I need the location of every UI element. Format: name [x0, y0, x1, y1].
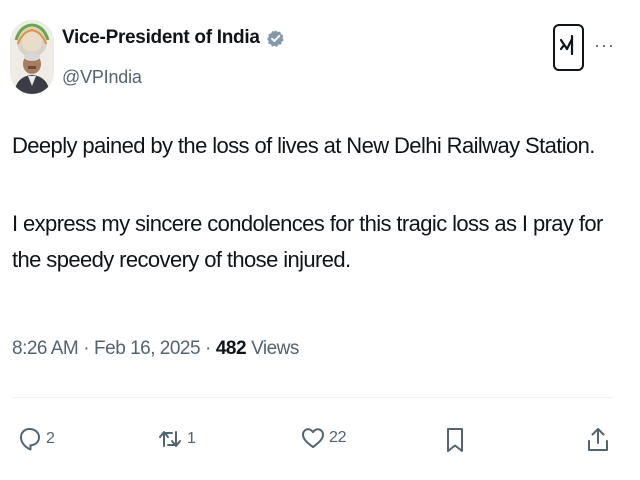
more-options-button[interactable]: ··· [594, 36, 615, 54]
repost-count: 1 [187, 430, 196, 447]
grok-icon [559, 34, 578, 61]
tweet-paragraph: Deeply pained by the loss of lives at Ne… [12, 133, 595, 158]
repost-button[interactable]: 1 [157, 426, 196, 452]
share-icon [586, 426, 610, 454]
reply-button[interactable]: 2 [18, 426, 55, 452]
like-button[interactable]: 22 [301, 426, 347, 450]
author-name-row: Vice-President of India [62, 27, 285, 49]
author-handle[interactable]: @VPIndia [62, 67, 142, 88]
avatar-image [10, 20, 54, 94]
tweet-paragraph: I express my sincere condolences for thi… [12, 211, 603, 272]
avatar[interactable] [10, 20, 54, 94]
meta-separator: · [83, 338, 90, 359]
like-count: 22 [329, 429, 347, 446]
more-dots-icon: ··· [594, 35, 615, 55]
views-count[interactable]: 482 [216, 338, 247, 360]
tweet-time[interactable]: 8:26 AM [12, 338, 79, 360]
tweet-card: Vice-President of India @VPIndia ··· Dee… [0, 0, 640, 480]
action-bar: 2 1 22 [0, 420, 640, 460]
bookmark-icon [444, 426, 466, 454]
tweet-metadata: 8:26 AM · Feb 16, 2025 · 482 Views [12, 338, 299, 360]
meta-separator: · [205, 338, 211, 359]
divider [12, 397, 613, 398]
heart-icon [301, 426, 325, 450]
speech-bubble-icon [18, 426, 42, 452]
grok-button[interactable] [553, 24, 584, 71]
bookmark-button[interactable] [444, 426, 466, 454]
verified-badge-icon[interactable] [266, 29, 285, 48]
views-label[interactable]: Views [251, 338, 299, 360]
share-button[interactable] [586, 426, 610, 454]
tweet-date[interactable]: Feb 16, 2025 [94, 338, 200, 360]
tweet-text: Deeply pained by the loss of lives at Ne… [12, 128, 612, 278]
repost-arrows-icon [157, 426, 183, 452]
author-display-name[interactable]: Vice-President of India [62, 27, 260, 49]
reply-count: 2 [46, 430, 55, 447]
